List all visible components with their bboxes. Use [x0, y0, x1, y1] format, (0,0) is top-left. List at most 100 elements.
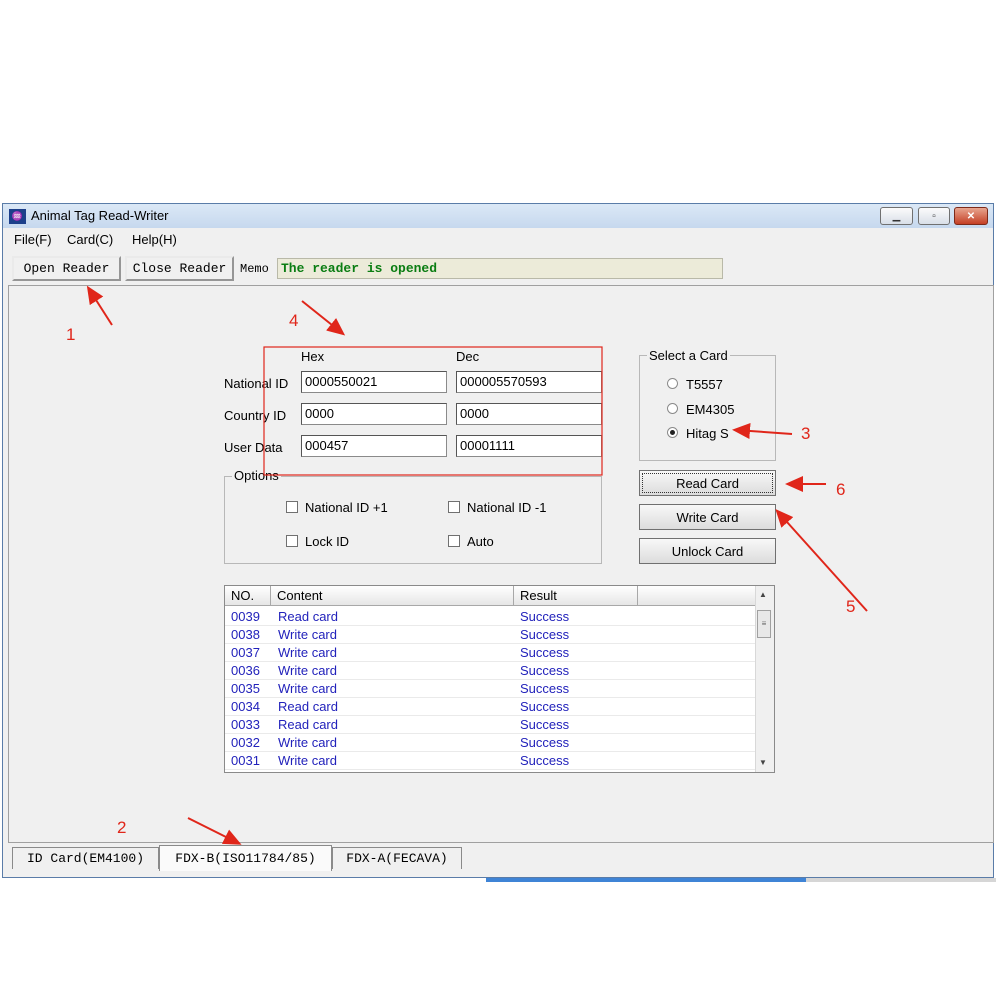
- row-no: 0038: [231, 627, 260, 642]
- row-content: Write card: [278, 681, 337, 696]
- menu-help[interactable]: Help(H): [132, 232, 177, 247]
- annotation-label-3: 3: [801, 424, 811, 443]
- national-id-plus-checkbox[interactable]: [286, 501, 298, 513]
- row-content: Read card: [278, 717, 338, 732]
- tab-fdx-b[interactable]: FDX-B(ISO11784/85): [159, 845, 332, 871]
- vertical-scrollbar[interactable]: ▲ ≡ ▼: [755, 586, 774, 772]
- maximize-icon[interactable]: ▫: [918, 207, 950, 225]
- table-row[interactable]: 0031 Write card Success: [225, 752, 756, 770]
- row-result: Success: [520, 699, 570, 714]
- annotation-label-6: 6: [836, 480, 846, 499]
- column-header-blank[interactable]: [638, 586, 758, 606]
- scroll-thumb[interactable]: ≡: [757, 610, 771, 638]
- t5557-radio[interactable]: [667, 378, 678, 389]
- country-id-hex-input[interactable]: 0000: [301, 403, 447, 425]
- title-bar[interactable]: ♒ Animal Tag Read-Writer: [3, 204, 993, 228]
- row-content: Write card: [278, 753, 337, 768]
- t5557-label: T5557: [686, 377, 723, 392]
- row-no: 0031: [231, 753, 260, 768]
- memo-field: The reader is opened: [277, 258, 723, 279]
- menu-card[interactable]: Card(C): [67, 232, 113, 247]
- tab-id-card[interactable]: ID Card(EM4100): [12, 847, 159, 869]
- user-data-dec-input[interactable]: 00001111: [456, 435, 602, 457]
- log-list[interactable]: NO. Content Result 0039 Read card Success …: [224, 585, 775, 773]
- table-row[interactable]: 0033 Read card Success: [225, 716, 756, 734]
- national-id-minus-checkbox[interactable]: [448, 501, 460, 513]
- table-row[interactable]: 0037 Write card Success: [225, 644, 756, 662]
- table-row[interactable]: 0038 Write card Success: [225, 626, 756, 644]
- row-no: 0036: [231, 663, 260, 678]
- row-no: 0037: [231, 645, 260, 660]
- memo-label: Memo: [240, 262, 269, 276]
- write-card-button[interactable]: Write Card: [639, 504, 776, 530]
- table-row[interactable]: 0032 Write card Success: [225, 734, 756, 752]
- user-data-hex-input[interactable]: 000457: [301, 435, 447, 457]
- row-result: Success: [520, 645, 570, 660]
- table-row[interactable]: 0035 Write card Success: [225, 680, 756, 698]
- close-icon[interactable]: ✕: [954, 207, 988, 225]
- national-id-minus-label: National ID -1: [467, 500, 547, 515]
- row-no: 0032: [231, 735, 260, 750]
- scroll-up-icon[interactable]: ▲: [759, 590, 767, 599]
- row-no: 0034: [231, 699, 260, 714]
- minimize-icon[interactable]: ▁: [880, 207, 913, 225]
- lock-id-label: Lock ID: [305, 534, 350, 549]
- menu-file[interactable]: File(F): [14, 232, 52, 247]
- column-header-content[interactable]: Content: [271, 586, 514, 606]
- annotation-label-2: 2: [117, 818, 127, 837]
- auto-checkbox[interactable]: [448, 535, 460, 547]
- annotation-label-1: 1: [66, 325, 76, 344]
- national-id-dec-input[interactable]: 000005570593: [456, 371, 602, 393]
- row-content: Write card: [278, 735, 337, 750]
- em4305-radio[interactable]: [667, 403, 678, 414]
- row-content: Write card: [278, 645, 337, 660]
- row-no: 0035: [231, 681, 260, 696]
- options-title: Options: [232, 468, 281, 483]
- row-content: Read card: [278, 609, 338, 624]
- annotation-label-4: 4: [289, 311, 299, 330]
- row-content: Write card: [278, 627, 337, 642]
- unlock-card-button[interactable]: Unlock Card: [639, 538, 776, 564]
- lock-id-checkbox[interactable]: [286, 535, 298, 547]
- national-id-plus-label: National ID +1: [305, 500, 388, 515]
- app-icon: ♒: [9, 209, 26, 224]
- table-row[interactable]: 0036 Write card Success: [225, 662, 756, 680]
- dec-header: Dec: [456, 349, 480, 364]
- hitag-s-label: Hitag S: [686, 426, 729, 441]
- options-group: [224, 476, 602, 564]
- row-no: 0039: [231, 609, 260, 624]
- country-id-label: Country ID: [224, 408, 287, 423]
- window-title: Animal Tag Read-Writer: [31, 208, 169, 223]
- read-card-button[interactable]: Read Card: [639, 470, 776, 496]
- row-result: Success: [520, 681, 570, 696]
- auto-label: Auto: [467, 534, 494, 549]
- annotation-label-5: 5: [846, 597, 856, 616]
- row-result: Success: [520, 717, 570, 732]
- row-result: Success: [520, 609, 570, 624]
- row-result: Success: [520, 735, 570, 750]
- country-id-dec-input[interactable]: 0000: [456, 403, 602, 425]
- row-content: Read card: [278, 699, 338, 714]
- row-result: Success: [520, 627, 570, 642]
- table-row[interactable]: 0034 Read card Success: [225, 698, 756, 716]
- open-reader-button[interactable]: Open Reader: [12, 256, 121, 281]
- taskbar-strip: [486, 878, 806, 882]
- scroll-down-icon[interactable]: ▼: [759, 758, 767, 767]
- table-row[interactable]: 0039 Read card Success: [225, 608, 756, 626]
- close-reader-button[interactable]: Close Reader: [125, 256, 234, 281]
- em4305-label: EM4305: [686, 402, 735, 417]
- row-no: 0033: [231, 717, 260, 732]
- national-id-label: National ID: [224, 376, 289, 391]
- national-id-hex-input[interactable]: 0000550021: [301, 371, 447, 393]
- taskbar-strip-gray: [806, 878, 996, 882]
- row-content: Write card: [278, 663, 337, 678]
- row-result: Success: [520, 753, 570, 768]
- column-header-result[interactable]: Result: [514, 586, 638, 606]
- tab-fdx-a[interactable]: FDX-A(FECAVA): [332, 847, 462, 869]
- card-select-title: Select a Card: [647, 348, 730, 363]
- hex-header: Hex: [301, 349, 325, 364]
- user-data-label: User Data: [224, 440, 283, 455]
- column-header-no[interactable]: NO.: [225, 586, 271, 606]
- row-result: Success: [520, 663, 570, 678]
- hitag-s-radio[interactable]: [667, 427, 678, 438]
